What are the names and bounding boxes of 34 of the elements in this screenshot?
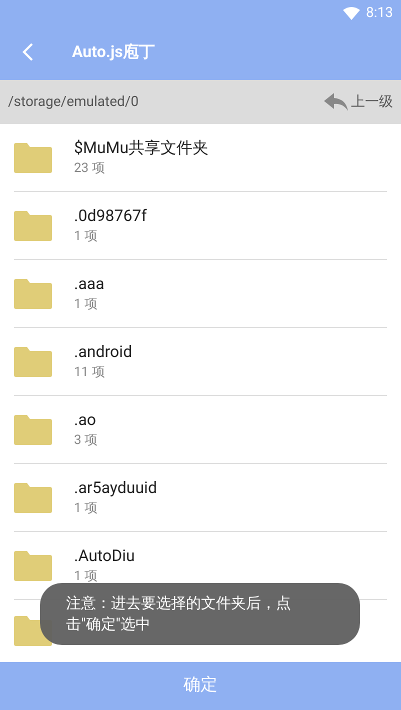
- folder-icon: [14, 346, 52, 376]
- folder-row[interactable]: .0d98767f 1 项: [14, 192, 387, 260]
- folder-icon: [14, 550, 52, 580]
- folder-name: .ao: [74, 408, 98, 430]
- folder-icon: [14, 142, 52, 172]
- folder-row[interactable]: $MuMu共享文件夹 23 项: [14, 124, 387, 192]
- folder-name: .AutoDiu: [74, 544, 135, 566]
- folder-icon: [14, 210, 52, 240]
- reply-arrow-icon: [324, 93, 348, 111]
- folder-icon: [14, 414, 52, 444]
- folder-icon: [14, 482, 52, 512]
- app-title: Auto.js庖丁: [72, 41, 155, 63]
- item-count: 1 项: [74, 296, 99, 314]
- folder-name: .aaa: [74, 272, 104, 294]
- item-count: 1 项: [74, 500, 99, 518]
- wifi-icon: [343, 6, 360, 20]
- folder-name: $MuMu共享文件夹: [74, 136, 209, 158]
- folder-name: .ar5ayduuid: [74, 476, 157, 498]
- folder-row[interactable]: .android 11 项: [14, 328, 387, 396]
- folder-name: .0d98767f: [74, 204, 147, 226]
- current-path: /storage/emulated/0: [8, 92, 139, 112]
- hint-toast: 注意：进去要选择的文件夹后，点击"确定"选中: [40, 583, 360, 645]
- folder-icon: [14, 278, 52, 308]
- folder-row[interactable]: .aaa 1 项: [14, 260, 387, 328]
- item-count: 23 项: [74, 160, 106, 178]
- parent-folder-button[interactable]: 上一级: [324, 92, 393, 112]
- folder-row[interactable]: .ar5ayduuid 1 项: [14, 464, 387, 532]
- item-count: 1 项: [74, 228, 99, 246]
- item-count: 11 项: [74, 364, 106, 382]
- folder-name: .android: [74, 340, 132, 362]
- folder-row[interactable]: .ao 3 项: [14, 396, 387, 464]
- item-count: 1 项: [74, 568, 99, 586]
- status-time: 8:13: [366, 4, 393, 22]
- item-count: 3 项: [74, 432, 98, 450]
